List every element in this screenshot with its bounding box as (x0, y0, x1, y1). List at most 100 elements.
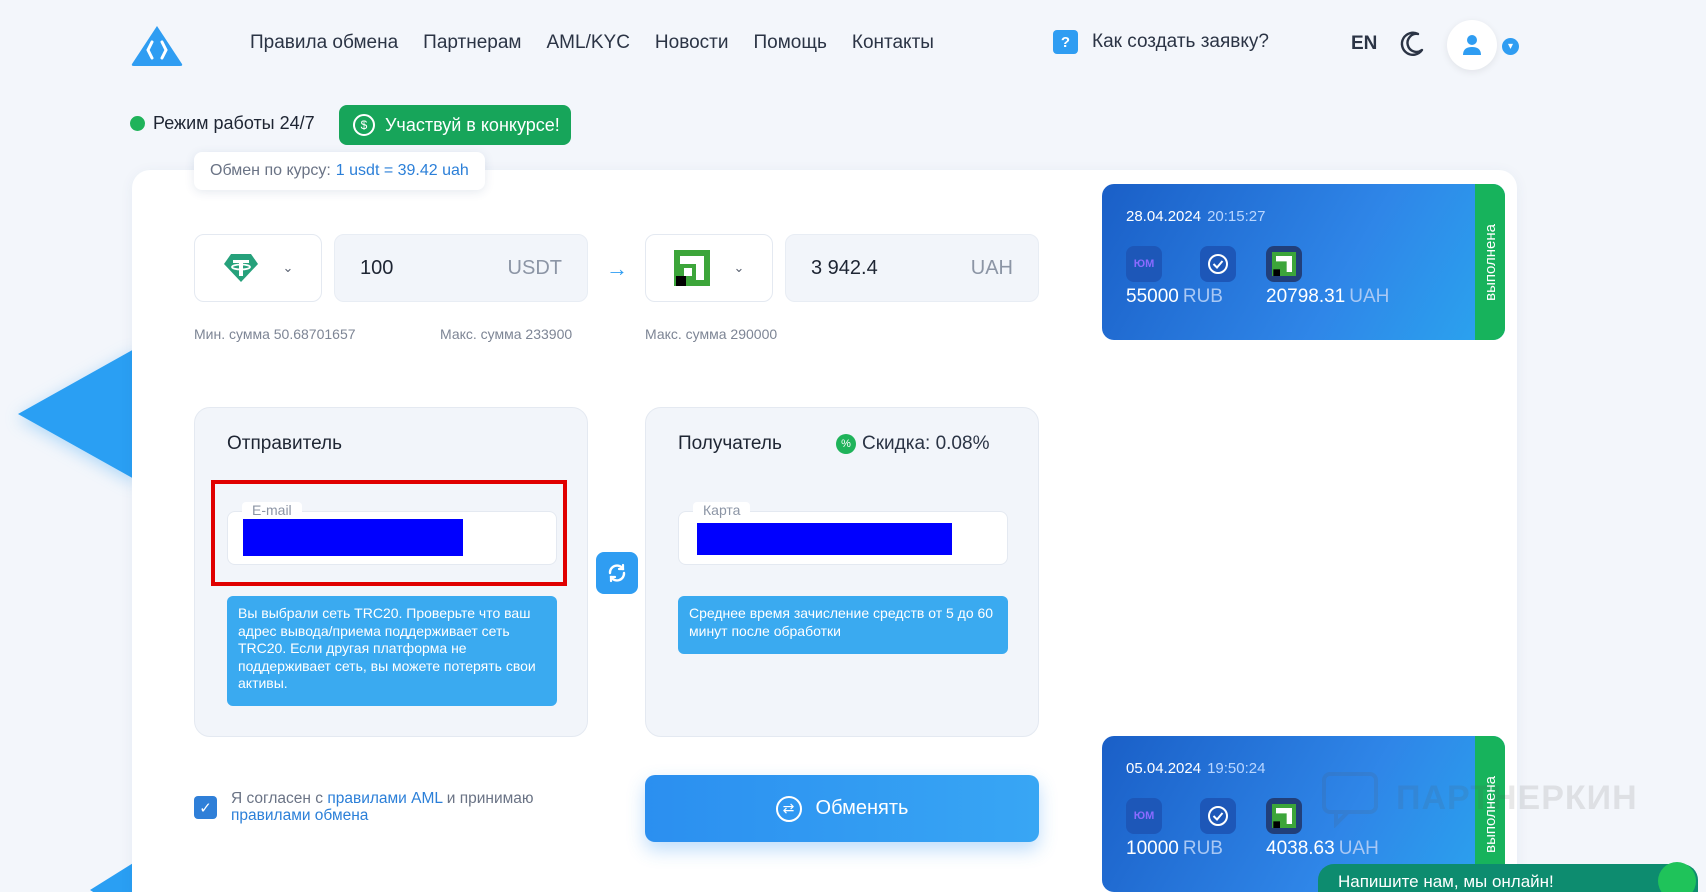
receive-currency-select[interactable]: ⌄ (645, 234, 773, 302)
agreement-prefix: Я согласен с (231, 790, 324, 807)
receive-amount-input[interactable]: 3 942.4 UAH (785, 234, 1039, 302)
howto-link[interactable]: ? Как создать заявку? (1053, 30, 1269, 54)
send-currency-select[interactable]: ⌄ (194, 234, 322, 302)
order-time: 20:15:27 (1207, 208, 1266, 225)
exchange-button[interactable]: ⇄ Обменять (645, 775, 1039, 842)
from-amount-value: 55000 (1126, 286, 1179, 307)
order-from-amount: 55000 RUB (1126, 286, 1223, 308)
main-nav: Правила обмена Партнерам AML/KYC Новости… (250, 32, 934, 54)
watermark-text: ПАРТНЕРКИН (1396, 778, 1638, 817)
agreement-text: Я согласен с правилами AML и принимаю пр… (231, 790, 534, 824)
nav-aml-kyc[interactable]: AML/KYC (547, 32, 630, 54)
order-to-amount: 20798.31 UAH (1266, 286, 1389, 308)
redacted-card (697, 523, 952, 555)
chat-logo-icon (1322, 772, 1378, 828)
aml-rules-link[interactable]: правилами AML (327, 790, 442, 807)
contest-label: Участвуй в конкурсе! (385, 114, 560, 135)
order-date: 05.04.2024 (1126, 760, 1202, 777)
agreement-middle: и принимаю (446, 790, 534, 807)
question-icon: ? (1053, 30, 1078, 54)
order-datetime: 28.04.2024 20:15:27 (1126, 208, 1265, 225)
check-circle-icon (1200, 246, 1236, 282)
receiver-title: Получатель (678, 433, 782, 454)
order-time: 19:50:24 (1207, 760, 1266, 777)
to-amount-value: 20798.31 (1266, 286, 1346, 307)
discount-label: Скидка: 0.08% (862, 433, 990, 454)
chevron-down-icon: ⌄ (282, 260, 294, 275)
order-to-amount: 4038.63 UAH (1266, 838, 1379, 860)
exchange-button-label: Обменять (815, 797, 909, 819)
order-status-badge: выполнена (1475, 184, 1505, 340)
tether-icon (223, 254, 258, 282)
work-mode: Режим работы 24/7 (130, 113, 315, 134)
highlight-frame (211, 480, 567, 586)
header: Правила обмена Партнерам AML/KYC Новости… (0, 0, 1706, 92)
send-amount-input[interactable]: 100 USDT (334, 234, 588, 302)
receive-currency-code: UAH (970, 256, 1013, 279)
privatbank-icon (673, 250, 710, 286)
agreement-checkbox[interactable]: ✓ (194, 796, 217, 819)
send-max-limit: Макс. сумма 233900 (440, 326, 573, 342)
nav-news[interactable]: Новости (655, 32, 729, 54)
from-currency: RUB (1182, 838, 1223, 859)
online-status-dot (130, 116, 145, 131)
to-currency: UAH (1349, 286, 1390, 307)
percent-icon: % (836, 434, 856, 454)
processing-time-notice: Среднее время зачисление средств от 5 до… (678, 596, 1008, 654)
recent-order-card[interactable]: 28.04.2024 20:15:27 ЮМ 55000 RUB 20798.31 U… (1102, 184, 1505, 340)
privatbank-icon (1266, 246, 1302, 282)
yoomoney-icon: ЮМ (1126, 798, 1162, 834)
network-warning: Вы выбрали сеть TRC20. Проверьте что ваш… (227, 596, 557, 706)
order-status: выполнена (1481, 223, 1499, 301)
agreement: ✓ Я согласен с правилами AML и принимаю … (194, 790, 534, 824)
to-currency: UAH (1338, 838, 1379, 859)
nav-contacts[interactable]: Контакты (852, 32, 934, 54)
chat-status-dot[interactable] (1658, 862, 1696, 892)
exchange-rules-link[interactable]: правилами обмена (231, 807, 368, 824)
moon-icon[interactable] (1398, 30, 1426, 58)
chevron-down-icon[interactable]: ▾ (1502, 38, 1519, 55)
nav-partners[interactable]: Партнерам (423, 32, 521, 54)
decorative-triangle-small (90, 860, 138, 892)
send-amount-value: 100 (360, 256, 394, 279)
receiver-panel: Получатель % Скидка: 0.08% Карта Среднее… (645, 407, 1039, 737)
chevron-down-icon: ⌄ (733, 260, 745, 275)
order-datetime: 05.04.2024 19:50:24 (1126, 760, 1265, 777)
site-logo[interactable] (130, 24, 184, 68)
sender-title: Отправитель (227, 433, 343, 454)
exchange-rate: Обмен по курсу: 1 usdt = 39.42 uah (194, 152, 485, 190)
send-currency-code: USDT (507, 256, 562, 279)
arrow-right-icon: → (606, 256, 628, 281)
swap-button[interactable] (596, 552, 638, 594)
rate-value: 1 usdt = 39.42 uah (335, 162, 469, 179)
work-mode-label: Режим работы 24/7 (153, 113, 315, 133)
privatbank-icon (1266, 798, 1302, 834)
dollar-coin-icon: $ (353, 114, 375, 136)
card-field-label: Карта (693, 502, 751, 518)
user-icon (1463, 35, 1481, 55)
from-currency: RUB (1182, 286, 1223, 307)
refresh-icon (608, 563, 626, 583)
user-avatar[interactable] (1447, 20, 1497, 70)
watermark: ПАРТНЕРКИН (1320, 768, 1638, 828)
rate-label: Обмен по курсу: (210, 162, 331, 179)
order-from-amount: 10000 RUB (1126, 838, 1223, 860)
contest-button[interactable]: $ Участвуй в конкурсе! (339, 105, 571, 145)
to-amount-value: 4038.63 (1266, 838, 1335, 859)
discount-badge: % Скидка: 0.08% (836, 433, 989, 455)
decorative-triangle (18, 348, 136, 480)
receive-max-limit: Макс. сумма 290000 (645, 326, 778, 342)
nav-help[interactable]: Помощь (753, 32, 826, 54)
from-amount-value: 10000 (1126, 838, 1179, 859)
receive-amount-value: 3 942.4 (811, 256, 878, 279)
check-circle-icon (1200, 798, 1236, 834)
card-field[interactable]: Карта (678, 502, 1008, 565)
language-switch[interactable]: EN (1351, 33, 1377, 55)
live-chat-widget[interactable]: Напишите нам, мы онлайн! (1318, 864, 1698, 892)
order-date: 28.04.2024 (1126, 208, 1202, 225)
nav-exchange-rules[interactable]: Правила обмена (250, 32, 398, 54)
exchange-icon: ⇄ (775, 795, 802, 822)
howto-label: Как создать заявку? (1092, 31, 1269, 52)
send-min-limit: Мин. сумма 50.68701657 (194, 326, 356, 342)
yoomoney-icon: ЮМ (1126, 246, 1162, 282)
